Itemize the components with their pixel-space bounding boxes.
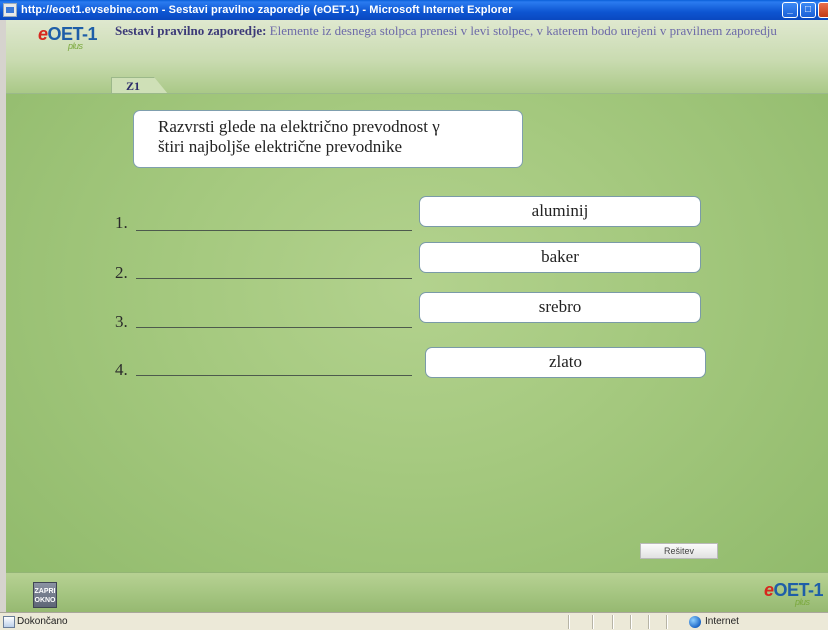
close-window-button[interactable] bbox=[818, 2, 828, 18]
answer-aluminij[interactable]: aluminij bbox=[419, 196, 701, 227]
status-text: Dokončano bbox=[17, 616, 68, 627]
window-titlebar[interactable]: http://eoet1.evsebine.com - Sestavi prav… bbox=[0, 0, 828, 20]
instruction-text: Sestavi pravilno zaporedje: Elemente iz … bbox=[115, 23, 815, 38]
exercise-header: eOET-1 plus Sestavi pravilno zaporedje: E… bbox=[6, 20, 828, 94]
slot-number: 3. bbox=[115, 312, 128, 331]
instruction-title: Sestavi pravilno zaporedje: bbox=[115, 23, 267, 38]
status-divider bbox=[568, 615, 569, 629]
page-icon bbox=[3, 616, 15, 628]
status-divider bbox=[648, 615, 649, 629]
drop-slot-4[interactable] bbox=[136, 375, 412, 376]
maximize-button[interactable]: □ bbox=[800, 2, 816, 18]
answer-zlato[interactable]: zlato bbox=[425, 347, 706, 378]
status-divider bbox=[592, 615, 593, 629]
tab-z1[interactable]: Z1 bbox=[111, 77, 168, 94]
instruction-body: Elemente iz desnega stolpca prenesi v le… bbox=[266, 23, 777, 38]
drop-slot-1[interactable] bbox=[136, 230, 412, 231]
globe-icon bbox=[689, 616, 701, 628]
status-bar: Dokončano Internet bbox=[0, 612, 828, 630]
browser-icon bbox=[3, 3, 17, 17]
header-divider bbox=[6, 93, 828, 94]
question-box: Razvrsti glede na električno prevodnost … bbox=[133, 110, 523, 168]
window-title: http://eoet1.evsebine.com - Sestavi prav… bbox=[21, 4, 513, 16]
drop-slot-2[interactable] bbox=[136, 278, 412, 279]
status-divider bbox=[666, 615, 667, 629]
slot-number: 1. bbox=[115, 213, 128, 232]
question-line-1: Razvrsti glede na električno prevodnost … bbox=[158, 117, 440, 136]
answer-baker[interactable]: baker bbox=[419, 242, 701, 273]
close-window-button[interactable]: ZAPRI OKNO bbox=[33, 582, 57, 608]
answer-srebro[interactable]: srebro bbox=[419, 292, 701, 323]
security-zone: Internet bbox=[705, 616, 739, 627]
exercise-footer: ZAPRI OKNO eOET-1 plus bbox=[6, 572, 828, 612]
slot-number: 2. bbox=[115, 263, 128, 282]
status-divider bbox=[612, 615, 613, 629]
page-content: eOET-1 plus Sestavi pravilno zaporedje: E… bbox=[6, 20, 828, 612]
window-controls: _ □ bbox=[782, 2, 828, 18]
eoet-footer-logo: eOET-1 plus bbox=[764, 580, 824, 607]
solution-button[interactable]: Rešitev bbox=[640, 543, 718, 559]
drop-slot-3[interactable] bbox=[136, 327, 412, 328]
status-divider bbox=[630, 615, 631, 629]
slot-number: 4. bbox=[115, 360, 128, 379]
minimize-button[interactable]: _ bbox=[782, 2, 798, 18]
question-line-2: štiri najboljše električne prevodnike bbox=[158, 137, 403, 156]
eoet-logo: eOET-1 plus bbox=[38, 24, 98, 51]
